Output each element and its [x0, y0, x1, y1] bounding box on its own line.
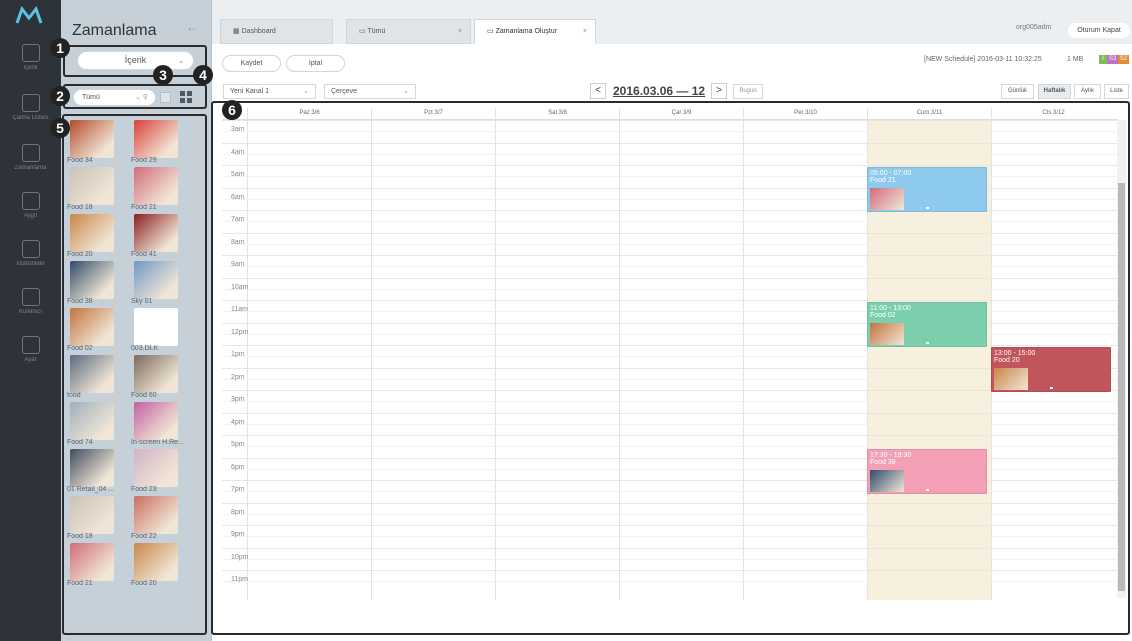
- playlist-icon: [21, 94, 40, 112]
- prev-week-button[interactable]: <: [590, 83, 606, 99]
- close-icon[interactable]: ×: [583, 20, 587, 43]
- nav-item-label: Ayar: [24, 357, 37, 363]
- close-icon[interactable]: ×: [458, 20, 462, 43]
- nav-item-label: Zamanlama: [14, 165, 47, 171]
- tab-all[interactable]: ▭ Tümü ×: [346, 19, 471, 44]
- callout-badge: 1: [50, 38, 70, 58]
- grid-icon: [21, 44, 40, 62]
- nav-item-label: Kullanıcı: [18, 309, 42, 315]
- color-badge: S2: [1118, 55, 1129, 64]
- dashboard-icon: ▦: [233, 28, 242, 35]
- next-week-button[interactable]: >: [711, 83, 727, 99]
- today-button[interactable]: Bugün: [733, 84, 763, 99]
- callout-box-1: [63, 45, 207, 77]
- panel-title: Zamanlama: [72, 22, 157, 39]
- gear-icon: [21, 336, 40, 354]
- color-badge: S3: [1107, 55, 1118, 64]
- view-list-button[interactable]: Liste: [1104, 84, 1129, 99]
- callout-badge: 5: [50, 118, 70, 138]
- nav-item-2[interactable]: Zamanlama: [0, 144, 61, 171]
- nav-item-5[interactable]: Kullanıcı: [0, 288, 61, 315]
- logout-button[interactable]: Oturum Kapat: [1068, 23, 1130, 38]
- nav-item-6[interactable]: Ayar: [0, 336, 61, 363]
- callout-box-2: [63, 84, 207, 109]
- view-daily-button[interactable]: Günlük: [1001, 84, 1034, 99]
- logo-m-icon: [15, 6, 43, 24]
- callout-badge: 3: [153, 65, 173, 85]
- frame-value: Çerçeve: [331, 88, 358, 95]
- schedule-size: 1 MB: [1067, 56, 1084, 63]
- save-button[interactable]: Kaydet: [222, 55, 281, 72]
- cancel-button[interactable]: İptal: [286, 55, 345, 72]
- frame-select[interactable]: Çerçeve ⌄: [324, 84, 416, 99]
- callout-badge: 6: [222, 100, 242, 120]
- nav-item-3[interactable]: Aygıt: [0, 192, 61, 219]
- nav-item-label: Aygıt: [23, 213, 38, 219]
- tab-create-schedule[interactable]: ▭ Zamanlama Oluştur ×: [474, 19, 596, 44]
- callout-box-5: [62, 114, 207, 635]
- calendar-icon: ▭: [487, 28, 496, 35]
- nav-item-label: İçerik: [23, 65, 38, 71]
- chevron-down-icon: ⌄: [303, 88, 309, 95]
- date-range: 2016.03.06 — 12: [613, 84, 706, 98]
- collapse-panel-icon[interactable]: ←: [186, 20, 198, 34]
- chevron-down-icon: ⌄: [403, 88, 409, 95]
- calendar-icon: [21, 144, 40, 162]
- channel-value: Yeni Kanal 1: [230, 88, 270, 95]
- user-icon: [21, 288, 40, 306]
- channel-select[interactable]: Yeni Kanal 1 ⌄: [223, 84, 316, 99]
- callout-badge: 4: [193, 65, 213, 85]
- nav-item-label: İstatistikler: [16, 261, 45, 267]
- view-weekly-button[interactable]: Haftalık: [1038, 84, 1071, 99]
- callout-box-6: [211, 101, 1130, 635]
- bar-chart-icon: [21, 240, 40, 258]
- callout-badge: 2: [50, 86, 70, 106]
- tab-label: Dashboard: [241, 28, 276, 35]
- tab-dashboard[interactable]: ▦ Dashboard: [220, 19, 333, 44]
- monitor-icon: [21, 192, 40, 210]
- schedule-meta: [NEW Schedule] 2016-03-11 10:32:25: [924, 56, 1042, 63]
- user-name: org005adm: [1016, 24, 1052, 31]
- tab-label: Tümü: [367, 28, 386, 35]
- nav-item-4[interactable]: İstatistikler: [0, 240, 61, 267]
- view-monthly-button[interactable]: Aylık: [1074, 84, 1101, 99]
- color-badge: I: [1099, 55, 1107, 64]
- tab-label: Zamanlama Oluştur: [495, 28, 558, 35]
